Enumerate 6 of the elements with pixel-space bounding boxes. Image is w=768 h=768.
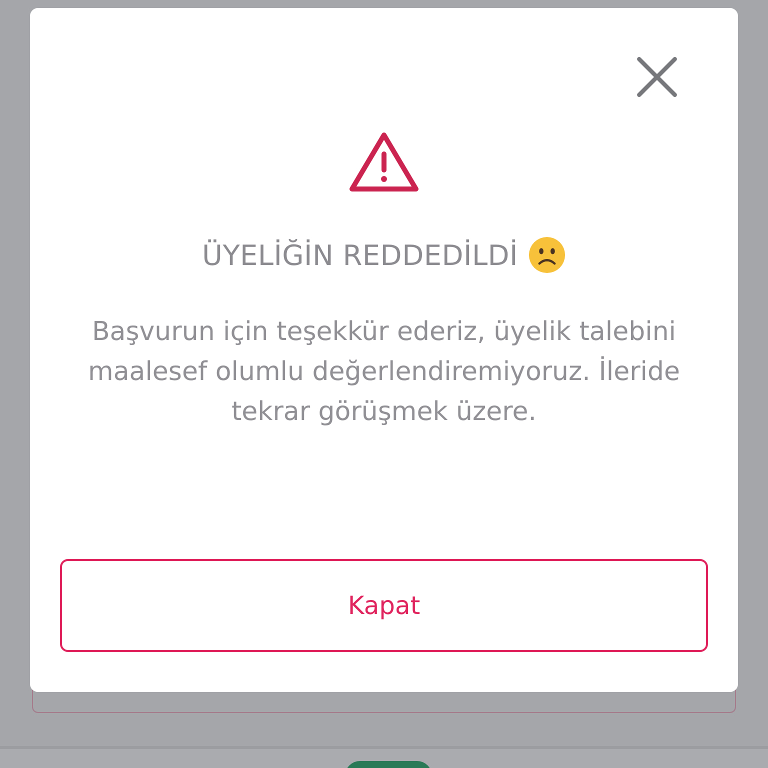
- close-button[interactable]: Kapat: [60, 559, 708, 652]
- dialog-title: ÜYELİĞİN REDDEDİLDİ: [202, 238, 518, 272]
- close-icon[interactable]: [636, 56, 678, 98]
- warning-icon: [348, 130, 420, 194]
- dialog-message: Başvurun için teşekkür ederiz, üyelik talebini maalesef olumlu değerlendiremiyoruz. İleride tekrar görüşmek üzere.: [87, 316, 681, 429]
- sad-emoji-icon: [528, 236, 566, 274]
